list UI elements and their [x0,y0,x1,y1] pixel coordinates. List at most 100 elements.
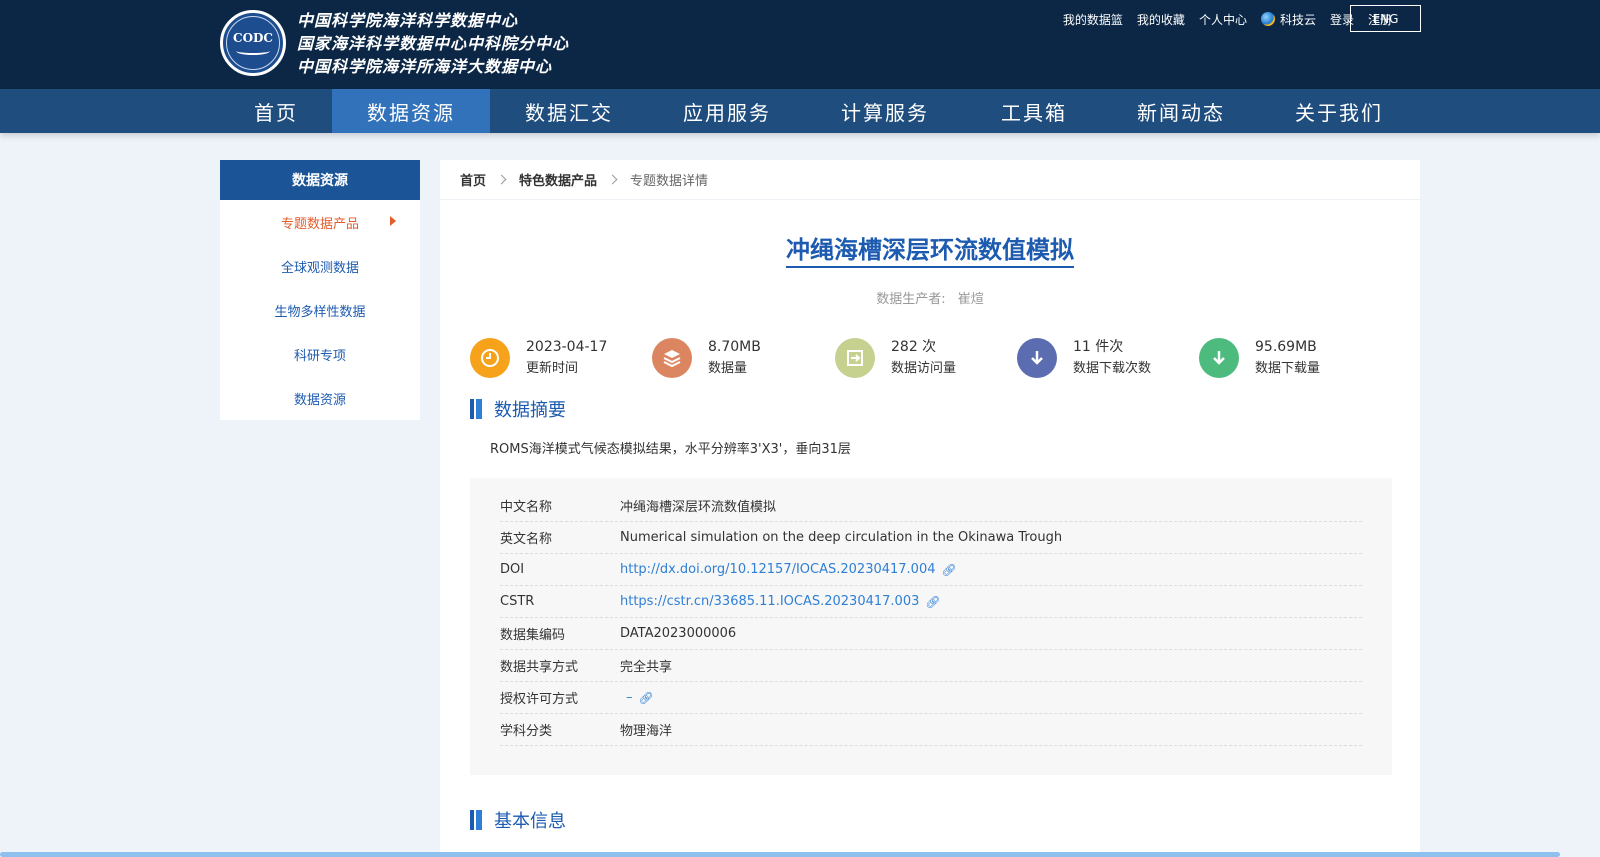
table-row: 英文名称 Numerical simulation on the deep ci… [500,522,1362,554]
producer-line: 数据生产者: 崔煊 [440,288,1420,307]
sidebar: 数据资源 专题数据产品 全球观测数据 生物多样性数据 科研专项 数据资源 [220,160,420,420]
stats-row: 2023-04-17 更新时间 8.70MB 数据量 282 次 数据访问量 1… [470,335,1410,380]
stat-label: 数据下载次数 [1073,360,1152,376]
stat-value: 2023-04-17 [526,338,608,355]
org-name-3: 中国科学院海洋所海洋大数据中心 [297,57,553,76]
org-name-1: 中国科学院海洋科学数据中心 [297,11,519,30]
doi-link[interactable]: http://dx.doi.org/10.12157/IOCAS.2023041… [620,562,957,577]
table-row: 数据集编码 DATA2023000006 [500,618,1362,650]
info-label: 数据集编码 [500,628,566,643]
main-nav: 首页 数据资源 数据汇交 应用服务 计算服务 工具箱 新闻动态 关于我们 [0,89,1600,133]
info-value: DATA2023000006 [620,626,737,641]
sidebar-item-biodiversity[interactable]: 生物多样性数据 [220,288,420,332]
nav-data-resources[interactable]: 数据资源 [332,89,490,133]
sidebar-item-label: 数据资源 [293,392,346,408]
table-row: 数据共享方式 完全共享 [500,650,1362,682]
logo-text: CODC [233,31,273,45]
section-title-text: 数据摘要 [494,400,566,421]
codc-logo[interactable]: CODC [220,10,286,76]
info-table: 中文名称 冲绳海槽深层环流数值模拟 英文名称 Numerical simulat… [470,478,1392,775]
table-row: DOI http://dx.doi.org/10.12157/IOCAS.202… [500,554,1362,586]
dataset-title-wrap: 冲绳海槽深层环流数值模拟 [440,230,1420,268]
wave-icon [236,47,270,55]
section-marker-icon [470,399,474,419]
clock-icon [470,337,510,378]
producer-label: 数据生产者: [876,292,946,307]
stat-download-count: 11 件次 数据下载次数 [1017,335,1151,380]
link-icon: 🔗︎ [941,562,957,577]
table-row: 中文名称 冲绳海槽深层环流数值模拟 [500,490,1362,522]
personal-center-link[interactable]: 个人中心 [1199,11,1247,28]
doi-text: http://dx.doi.org/10.12157/IOCAS.2023041… [620,562,936,577]
table-row: 授权许可方式 – 🔗︎ [500,682,1362,714]
sidebar-item-label: 生物多样性数据 [274,304,366,320]
abstract-text: ROMS海洋模式气候态模拟结果，水平分辨率3'X3'，垂向31层 [490,442,851,457]
sidebar-item-label: 科研专项 [293,348,346,364]
nav-toolbox[interactable]: 工具箱 [964,89,1104,133]
sidebar-item-global-observation[interactable]: 全球观测数据 [220,244,420,288]
nav-compute-services[interactable]: 计算服务 [806,89,964,133]
license-text: – [626,690,633,705]
stat-value: 95.69MB [1255,338,1317,355]
download-icon [1199,337,1239,378]
breadcrumb-category[interactable]: 特色数据产品 [519,170,597,189]
sidebar-item-label: 全球观测数据 [280,260,359,276]
stat-label: 更新时间 [526,360,579,376]
info-label: 英文名称 [500,532,553,547]
stat-visit-count: 282 次 数据访问量 [835,335,956,380]
sidebar-item-data-resources[interactable]: 数据资源 [220,376,420,420]
top-links: 我的数据篮 我的收藏 个人中心 科技云 登录 注册 [1049,8,1392,30]
info-value: Numerical simulation on the deep circula… [620,530,1063,545]
sci-cloud-link[interactable]: 科技云 [1260,11,1316,28]
info-value: 冲绳海槽深层环流数值模拟 [620,500,777,515]
logo-emblem: CODC [226,16,280,70]
globe-icon [1260,12,1275,26]
sidebar-item-research-projects[interactable]: 科研专项 [220,332,420,376]
org-names: 中国科学院海洋科学数据中心 国家海洋科学数据中心中科院分中心 中国科学院海洋所海… [297,9,569,78]
nav-home[interactable]: 首页 [220,89,332,133]
horizontal-scrollbar[interactable] [0,852,1560,857]
cstr-text: https://cstr.cn/33685.11.IOCAS.20230417.… [620,594,920,609]
sidebar-item-thematic-products[interactable]: 专题数据产品 [220,200,420,244]
stat-value: 11 件次 [1073,338,1124,355]
sci-cloud-label: 科技云 [1279,12,1316,27]
license-link[interactable]: – 🔗︎ [626,690,654,705]
sidebar-item-label: 专题数据产品 [280,216,359,232]
table-row: CSTR https://cstr.cn/33685.11.IOCAS.2023… [500,586,1362,618]
chevron-right-icon [496,174,507,185]
table-row: 学科分类 物理海洋 [500,714,1362,746]
visit-icon [835,337,875,378]
my-favorites-link[interactable]: 我的收藏 [1137,11,1185,28]
my-data-basket-link[interactable]: 我的数据篮 [1063,11,1123,28]
info-label: 授权许可方式 [500,692,579,707]
stat-value: 282 次 [891,338,937,355]
breadcrumb-home[interactable]: 首页 [460,170,486,189]
stat-label: 数据量 [708,360,748,376]
info-label: DOI [500,562,525,577]
nav-app-services[interactable]: 应用服务 [648,89,806,133]
language-toggle-button[interactable]: ENG [1350,5,1421,32]
org-name-2: 国家海洋科学数据中心中科院分中心 [297,34,570,53]
cstr-link[interactable]: https://cstr.cn/33685.11.IOCAS.20230417.… [620,594,941,609]
link-icon: 🔗︎ [925,594,941,609]
info-label: 中文名称 [500,500,553,515]
sidebar-title: 数据资源 [220,160,420,200]
layers-icon [652,337,692,378]
info-label: 学科分类 [500,724,553,739]
section-marker-icon [470,810,474,830]
main-content: 首页 特色数据产品 专题数据详情 冲绳海槽深层环流数值模拟 数据生产者: 崔煊 2… [440,160,1420,857]
caret-right-icon [390,216,396,226]
site-header: CODC 中国科学院海洋科学数据中心 国家海洋科学数据中心中科院分中心 中国科学… [0,0,1600,89]
nav-news[interactable]: 新闻动态 [1104,89,1258,133]
stat-data-size: 8.70MB 数据量 [652,335,761,380]
nav-about[interactable]: 关于我们 [1258,89,1420,133]
stat-label: 数据访问量 [891,360,957,376]
producer-value: 崔煊 [957,292,984,307]
chevron-right-icon [607,174,618,185]
nav-data-submission[interactable]: 数据汇交 [490,89,648,133]
info-label: CSTR [500,594,535,609]
section-title-text: 基本信息 [494,811,566,832]
basic-info-section-title: 基本信息 [470,809,566,832]
breadcrumb: 首页 特色数据产品 专题数据详情 [440,160,1420,200]
info-value: 完全共享 [620,660,673,675]
